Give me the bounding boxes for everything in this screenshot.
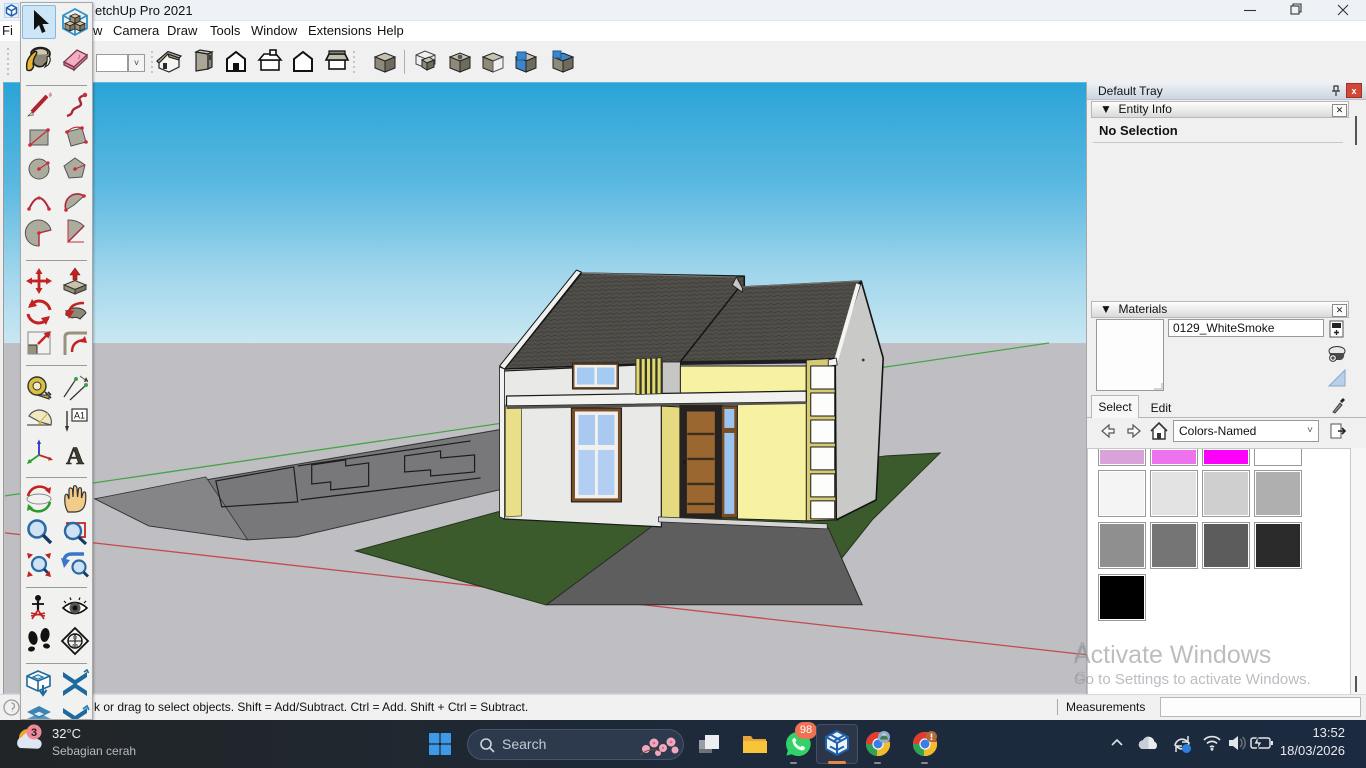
svg-text:A1: A1 — [74, 411, 85, 421]
svg-text:3: 3 — [31, 727, 37, 739]
svg-text:Activate Windows: Activate Windows — [1074, 638, 1086, 666]
svg-text:A: A — [66, 443, 84, 469]
svg-text:4.5: 4.5 — [72, 643, 79, 648]
svg-text:O: O — [73, 636, 77, 642]
svg-text:Go to Settings to activate Win: Go to Settings to activate Windows. — [1075, 669, 1086, 686]
